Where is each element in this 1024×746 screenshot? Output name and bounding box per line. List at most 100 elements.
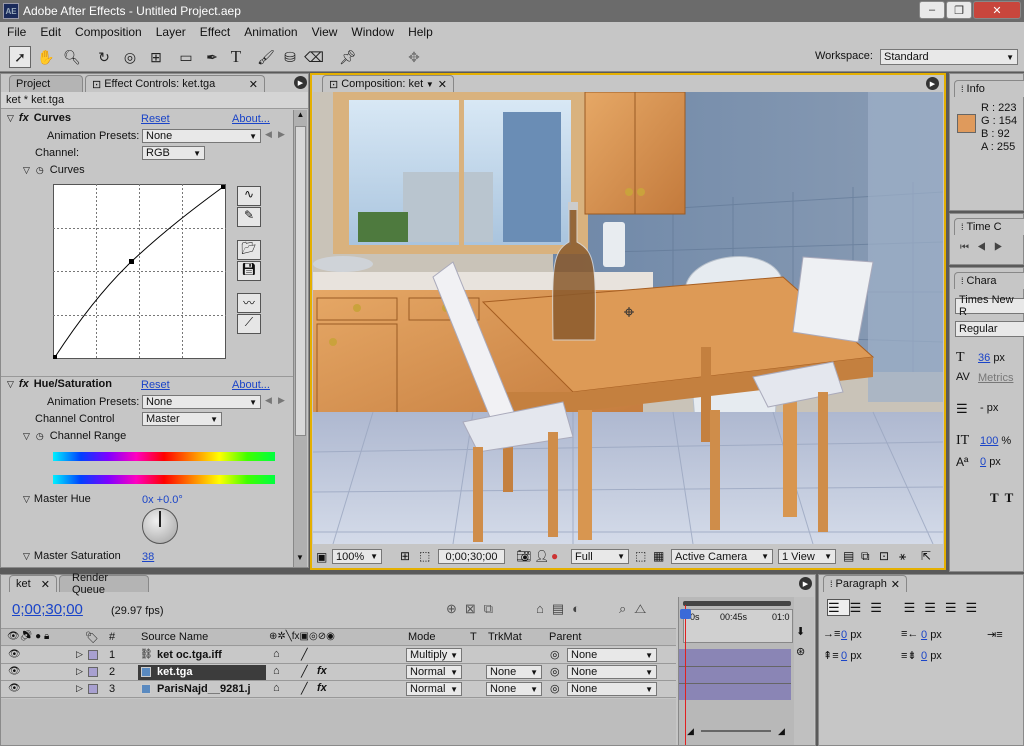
fx-icon[interactable]: fx <box>19 112 29 124</box>
parent-dropdown[interactable]: None ▼ <box>567 682 657 696</box>
toggle-pixel-aspect-icon[interactable]: ▤ <box>843 549 854 563</box>
transparency-grid-icon[interactable]: ▦ <box>653 549 664 563</box>
layer-row[interactable]: 👁︎ ▷ 2 ket.tga ⌂ ╱ fx Normal ▼ None ▼ ◎ No… <box>1 664 676 681</box>
alignment-buttons[interactable]: ☰☰☰ ☰☰☰☰ <box>827 599 986 616</box>
panel-menu-icon[interactable]: ▶ <box>926 77 939 90</box>
rectangle-mask-icon[interactable]: ▭ <box>175 46 197 68</box>
bezier-curve-icon[interactable]: ∿ <box>237 186 261 206</box>
panel-menu-icon[interactable]: ▶ <box>799 577 812 590</box>
tab-ket-timeline[interactable]: ket ✕ <box>9 575 57 592</box>
font-size-value[interactable]: 36 <box>978 352 990 364</box>
menu-window[interactable]: Window <box>344 25 401 39</box>
curves-graph[interactable] <box>53 184 227 360</box>
reset-exposure-icon[interactable]: ⇱ <box>921 549 931 563</box>
type-tool-icon[interactable]: T <box>225 46 247 68</box>
mask-visibility-icon[interactable]: ⬚ <box>419 549 430 563</box>
curves-reset-link[interactable]: Reset <box>141 113 170 125</box>
timeline-timecode[interactable]: 0;00;30;00 <box>12 601 83 618</box>
vertical-scale-value[interactable]: 100 <box>980 435 998 447</box>
font-family-dropdown[interactable]: Times New R <box>955 294 1024 318</box>
tab-composition[interactable]: ⊡ Composition: ket ▼ ✕ <box>322 75 454 92</box>
zoom-slider-track[interactable] <box>700 730 771 733</box>
menu-animation[interactable]: Animation <box>237 25 304 39</box>
expand-layer-icon[interactable]: ▷ <box>76 683 83 694</box>
comp-button-icon[interactable]: ⬇ <box>796 625 805 638</box>
layer-name[interactable]: ket.tga <box>157 666 192 678</box>
master-saturation-value[interactable]: 38 <box>142 551 154 563</box>
region-of-interest-icon[interactable]: ⬚ <box>635 549 646 563</box>
blend-mode-dropdown[interactable]: Normal ▼ <box>406 665 462 679</box>
expand-layer-icon[interactable]: ▷ <box>76 649 83 660</box>
close-icon[interactable]: ✕ <box>249 78 258 91</box>
layer-row[interactable]: 👁︎ ▷ 1 ⛓︎ ket oc.tga.iff ⌂ ╱ Multiply ▼ ◎… <box>1 647 676 664</box>
parent-dropdown[interactable]: None ▼ <box>567 665 657 679</box>
pick-whip-icon[interactable]: ◎ <box>550 648 560 661</box>
track-matte-dropdown[interactable]: None ▼ <box>486 682 542 696</box>
fx-icon[interactable]: fx <box>317 682 327 694</box>
close-icon[interactable]: ✕ <box>41 578 50 591</box>
align-left-icon[interactable]: ☰ <box>827 599 850 616</box>
rotate-tool-icon[interactable]: ↻ <box>93 46 115 68</box>
fx-icon[interactable]: fx <box>19 378 29 390</box>
stopwatch-icon[interactable]: ◷ <box>36 165 44 176</box>
scrollbar-thumb[interactable] <box>295 126 306 436</box>
camera-view-dropdown[interactable]: Active Camera ▼ <box>671 549 773 564</box>
hue-presets-dropdown[interactable]: None ▼ <box>142 395 261 409</box>
close-icon[interactable]: ✕ <box>438 78 447 91</box>
label-color-swatch[interactable] <box>88 667 98 677</box>
chevron-down-icon[interactable]: ▼ <box>426 80 434 89</box>
tab-project[interactable]: Project <box>9 75 83 92</box>
prev-preset-icon[interactable]: ◀ <box>265 129 272 140</box>
space-after-value[interactable]: 0 <box>921 650 927 662</box>
curves-about-link[interactable]: About... <box>232 113 270 125</box>
timeline-icon[interactable]: ⊡ <box>879 549 889 563</box>
composition-viewer[interactable] <box>313 92 943 544</box>
hue-effect-header[interactable]: ▽ fx Hue/Saturation <box>7 378 112 390</box>
time-ruler[interactable]: 0s 00:45s 01:0 <box>683 609 793 643</box>
snapshot-icon[interactable]: 📷︎ <box>516 549 531 563</box>
tab-paragraph[interactable]: ⁞ Paragraph ✕ <box>823 575 907 592</box>
menu-layer[interactable]: Layer <box>149 25 193 39</box>
layer-duration-bars[interactable] <box>679 649 791 700</box>
menu-composition[interactable]: Composition <box>68 25 149 39</box>
pencil-icon[interactable]: ✎ <box>237 207 261 227</box>
col-source-name[interactable]: Source Name <box>141 631 208 643</box>
menu-effect[interactable]: Effect <box>193 25 237 39</box>
visibility-eye-icon[interactable]: 👁︎ <box>8 666 21 677</box>
zoom-tool-icon[interactable]: 🔍︎ <box>61 46 83 68</box>
zoom-slider[interactable]: ◢ ◢ <box>687 725 807 737</box>
orbit-camera-icon[interactable]: ◎ <box>119 46 141 68</box>
baseline-shift-value[interactable]: 0 <box>980 456 986 468</box>
workspace-dropdown[interactable]: Standard ▼ <box>880 49 1018 65</box>
next-preset-icon[interactable]: ▶ <box>278 395 285 406</box>
reset-linear-icon[interactable]: ⟋ <box>237 314 261 334</box>
indent-left-value[interactable]: 0 <box>841 629 847 641</box>
shy-icon[interactable]: ⌂ <box>273 665 280 677</box>
disclosure-triangle-icon[interactable]: ▽ <box>7 379 14 390</box>
pick-whip-icon[interactable]: ◎ <box>550 682 560 695</box>
fx-icon[interactable]: fx <box>317 665 327 677</box>
expand-layer-icon[interactable]: ▷ <box>76 666 83 677</box>
visibility-eye-icon[interactable]: 👁︎ <box>8 683 21 694</box>
tab-character[interactable]: ⁞ Chara <box>954 272 1024 289</box>
close-icon[interactable]: ✕ <box>891 578 900 591</box>
timeline-options-toolbar[interactable]: ⌂▤◐ <box>536 601 588 617</box>
curves-channel-dropdown[interactable]: RGB ▼ <box>142 146 205 160</box>
current-time-display[interactable]: 0;00;30;00 <box>438 549 505 564</box>
smooth-icon[interactable]: 〰 <box>237 293 261 313</box>
faux-bold-italic-icon[interactable]: TT <box>990 490 1019 506</box>
next-preset-icon[interactable]: ▶ <box>278 129 285 140</box>
tab-time-controls[interactable]: ⁞ Time C <box>954 218 1024 235</box>
safe-zones-icon[interactable]: ⊞ <box>400 549 410 563</box>
parent-dropdown[interactable]: None ▼ <box>567 648 657 662</box>
close-button[interactable]: ✕ <box>973 1 1021 19</box>
blend-mode-dropdown[interactable]: Multiply ▼ <box>406 648 462 662</box>
panel-menu-icon[interactable]: ▶ <box>294 76 307 89</box>
channel-icon[interactable]: ● <box>551 549 558 563</box>
timeline-switches-toolbar[interactable]: ⊕⊠⧉ <box>446 601 501 617</box>
clone-stamp-icon[interactable]: ⛁ <box>279 46 301 68</box>
visibility-eye-icon[interactable]: 👁︎ <box>8 649 21 660</box>
scroll-up-icon[interactable]: ▲ <box>294 110 307 124</box>
menu-view[interactable]: View <box>305 25 345 39</box>
playback-controls[interactable]: ⏮◀▶ <box>960 242 1011 253</box>
